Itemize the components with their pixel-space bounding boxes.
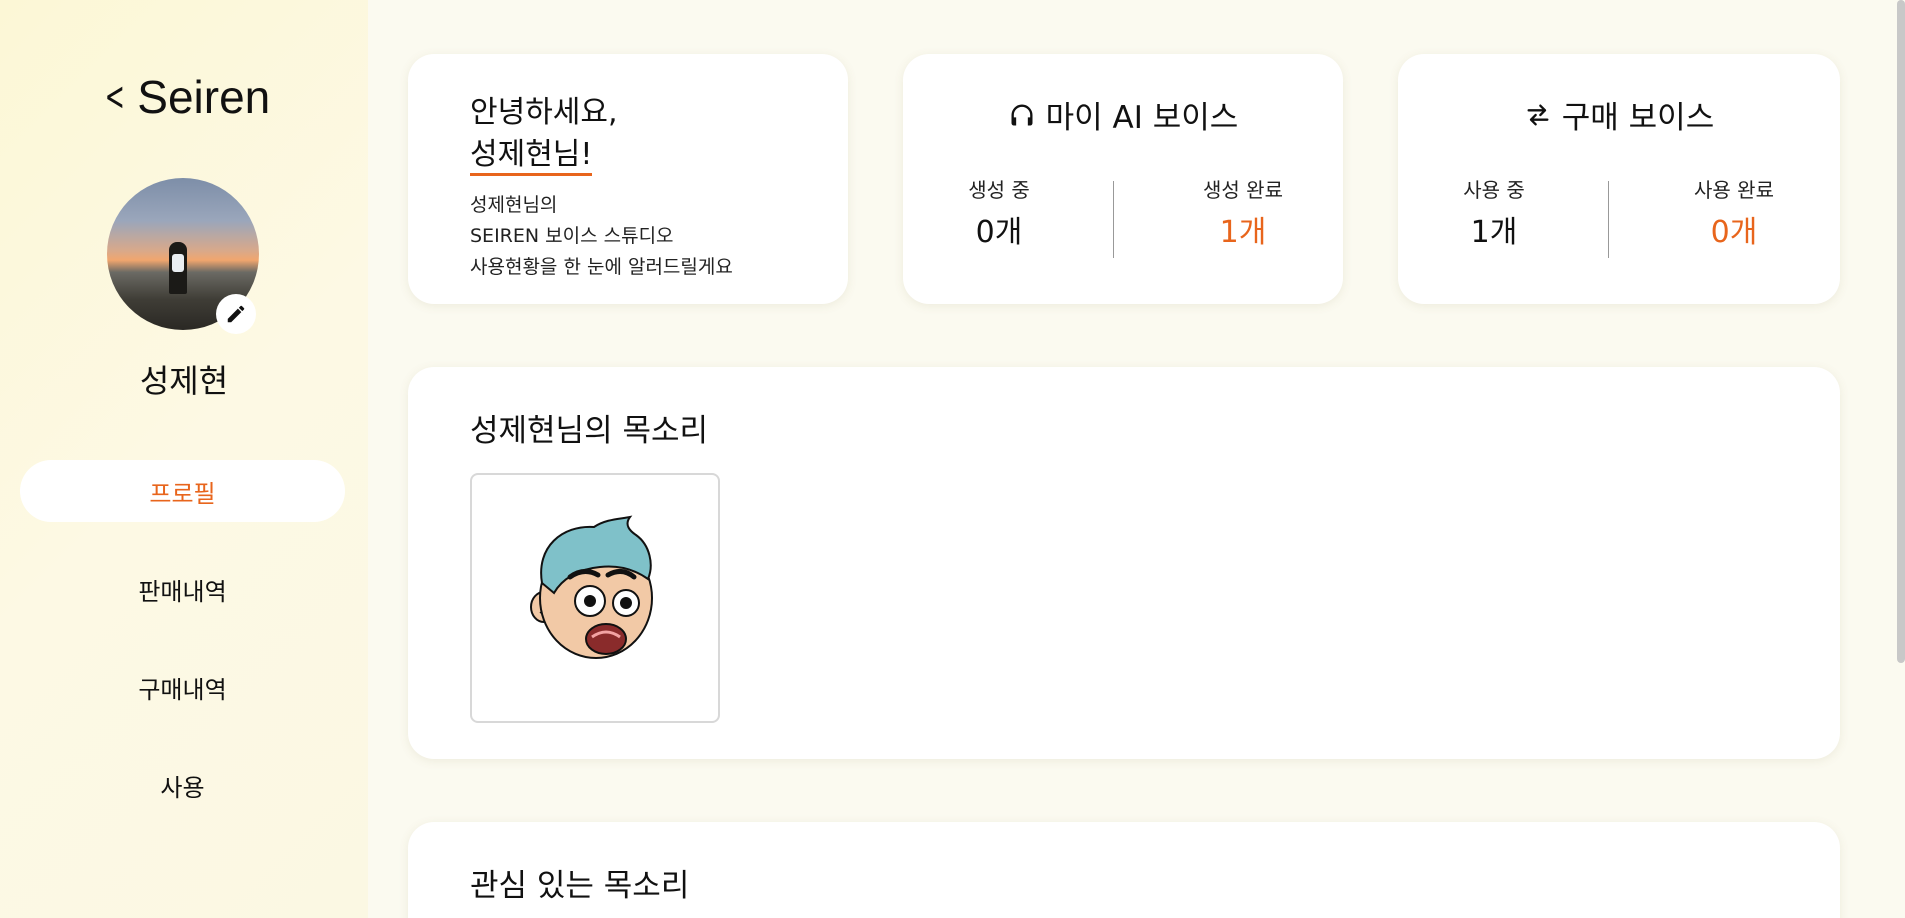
cartoon-face-icon <box>530 515 653 659</box>
interest-voice-section: 관심 있는 목소리 <box>408 822 1840 918</box>
stat-generated-label: 생성 완료 <box>1203 178 1283 202</box>
stat-in-use-value: 1개 <box>1470 215 1518 250</box>
greeting-line1: 안녕하세요, <box>470 95 618 130</box>
stat-generating-label: 생성 중 <box>968 178 1030 202</box>
stat-divider <box>1113 181 1114 258</box>
my-ai-voice-title: 마이 AI 보이스 <box>903 92 1343 137</box>
purchased-voice-title: 구매 보이스 <box>1398 92 1840 137</box>
stat-in-use: 사용 중 1개 <box>1414 174 1574 251</box>
nav-item-usage[interactable]: 사용 <box>20 754 345 816</box>
sidebar: < Seiren 성제현 프로필 판매내역 구매내역 사용 <box>0 0 368 918</box>
stat-generated: 생성 완료 1개 <box>1163 174 1323 251</box>
user-name: 성제현 <box>139 362 229 400</box>
greeting-user-name: 성제현님! <box>470 137 593 176</box>
greeting-card: 안녕하세요, 성제현님! 성제현님의 SEIREN 보이스 스튜디오 사용현황을… <box>408 54 848 304</box>
my-ai-voice-title-text: 마이 AI 보이스 <box>1045 100 1239 136</box>
stat-used: 사용 완료 0개 <box>1654 174 1814 251</box>
avatar-person-shirt <box>172 254 184 272</box>
stat-divider <box>1608 181 1609 258</box>
nav-item-profile[interactable]: 프로필 <box>20 460 345 522</box>
interest-section-title: 관심 있는 목소리 <box>470 868 690 904</box>
pencil-icon <box>227 305 245 323</box>
voice-tile[interactable] <box>470 473 720 723</box>
purchased-voice-title-text: 구매 보이스 <box>1561 100 1715 136</box>
headphones-icon <box>1011 104 1033 125</box>
stat-generating-value: 0개 <box>975 215 1023 250</box>
my-voice-section-title: 성제현님의 목소리 <box>470 413 709 449</box>
stat-in-use-label: 사용 중 <box>1463 178 1525 202</box>
nav-item-sales[interactable]: 판매내역 <box>20 558 345 620</box>
brand-name: Seiren <box>137 71 271 123</box>
edit-avatar-button[interactable] <box>216 294 256 334</box>
greeting-sub-line2: SEIREN 보이스 스튜디오 <box>470 225 674 247</box>
chevron-left-icon[interactable]: < <box>104 74 124 120</box>
stat-generated-value: 1개 <box>1219 215 1267 250</box>
purchased-voice-card: 구매 보이스 사용 중 1개 사용 완료 0개 <box>1398 54 1840 304</box>
my-ai-voice-card: 마이 AI 보이스 생성 중 0개 생성 완료 1개 <box>903 54 1343 304</box>
greeting-subtitle: 성제현님의 SEIREN 보이스 스튜디오 사용현황을 한 눈에 알러드릴게요 <box>470 190 733 283</box>
page-scrollbar[interactable] <box>1897 0 1905 663</box>
swap-arrows-icon <box>1527 104 1549 126</box>
brand-header[interactable]: < Seiren <box>0 70 368 124</box>
greeting-sub-line3: 사용현황을 한 눈에 알러드릴게요 <box>470 256 733 278</box>
stat-generating: 생성 중 0개 <box>919 174 1079 251</box>
nav-item-purchases[interactable]: 구매내역 <box>20 656 345 718</box>
stat-used-value: 0개 <box>1710 215 1758 250</box>
greeting-sub-line1: 성제현님의 <box>470 194 558 216</box>
stat-used-label: 사용 완료 <box>1694 178 1774 202</box>
my-voice-section: 성제현님의 목소리 <box>408 367 1840 759</box>
greeting-title: 안녕하세요, 성제현님! <box>470 92 618 176</box>
